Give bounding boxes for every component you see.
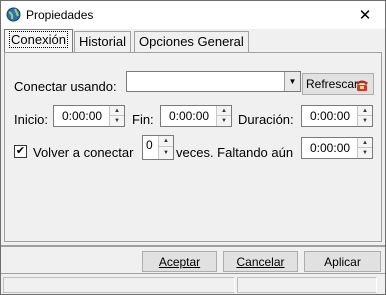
tab-historial-label: Historial xyxy=(79,34,126,49)
remaining-time-spinner[interactable]: 0:00:00 ▲ ▼ xyxy=(301,137,373,159)
end-down-arrow-icon[interactable]: ▼ xyxy=(217,116,231,126)
tab-conexion[interactable]: Conexión xyxy=(4,29,73,53)
status-cell-left xyxy=(3,277,235,293)
start-time-value: 0:00:00 xyxy=(62,109,103,123)
reconnect-checkbox[interactable]: ✔ xyxy=(14,145,27,158)
connect-using-label: Conectar usando: xyxy=(14,79,117,94)
tab-historial[interactable]: Historial xyxy=(74,31,131,52)
start-up-arrow-icon[interactable]: ▲ xyxy=(110,106,124,116)
times-remaining-label: veces. Faltando aún xyxy=(176,145,294,160)
duration-label: Duración: xyxy=(238,112,294,127)
duration-spinner[interactable]: 0:00:00 ▲ ▼ xyxy=(301,105,373,127)
cancel-button[interactable]: Cancelar xyxy=(223,251,298,272)
title-bar: Propiedades ✕ xyxy=(1,1,385,29)
close-button[interactable]: ✕ xyxy=(345,1,385,29)
tab-opciones-general-label: Opciones General xyxy=(139,34,244,49)
cancel-label: Cancelar xyxy=(236,254,285,269)
accept-button[interactable]: Aceptar xyxy=(142,251,217,272)
apply-button[interactable]: Aplicar xyxy=(304,251,381,272)
start-down-arrow-icon[interactable]: ▼ xyxy=(110,116,124,126)
connect-using-dropdown[interactable]: ▼ xyxy=(126,71,301,92)
retry-count-value: 0 xyxy=(146,138,153,152)
retry-count-spinner[interactable]: 0 ▲ ▼ xyxy=(142,135,174,160)
phone-icon xyxy=(356,80,368,91)
remaining-down-arrow-icon[interactable]: ▼ xyxy=(358,148,372,158)
reconnect-label: Volver a conectar xyxy=(33,145,134,160)
end-label: Fin: xyxy=(132,112,154,127)
refresh-label: Refrescar xyxy=(306,77,359,91)
check-mark-icon: ✔ xyxy=(15,145,26,157)
end-up-arrow-icon[interactable]: ▲ xyxy=(217,106,231,116)
refresh-button[interactable]: Refrescar xyxy=(302,73,374,95)
dropdown-arrow-icon[interactable]: ▼ xyxy=(284,72,300,91)
start-label: Inicio: xyxy=(14,112,48,127)
start-time-spinner[interactable]: 0:00:00 ▲ ▼ xyxy=(53,105,125,127)
end-time-spinner[interactable]: 0:00:00 ▲ ▼ xyxy=(160,105,232,127)
retry-up-arrow-icon[interactable]: ▲ xyxy=(159,136,173,147)
duration-down-arrow-icon[interactable]: ▼ xyxy=(358,116,372,126)
duration-value: 0:00:00 xyxy=(310,109,351,123)
remaining-up-arrow-icon[interactable]: ▲ xyxy=(358,138,372,148)
close-icon: ✕ xyxy=(358,7,372,24)
retry-down-arrow-icon[interactable]: ▼ xyxy=(159,147,173,158)
tab-conexion-label: Conexión xyxy=(9,31,68,48)
remaining-time-value: 0:00:00 xyxy=(310,141,351,155)
accept-label: Aceptar xyxy=(158,254,201,269)
duration-up-arrow-icon[interactable]: ▲ xyxy=(358,106,372,116)
end-time-value: 0:00:00 xyxy=(169,109,210,123)
status-cell-right xyxy=(237,277,377,293)
app-globe-icon xyxy=(6,7,21,22)
properties-dialog: Propiedades ✕ Conexión Historial Opcione… xyxy=(0,0,386,295)
apply-label: Aplicar xyxy=(324,254,361,269)
status-bar xyxy=(1,273,385,295)
tab-opciones-general[interactable]: Opciones General xyxy=(134,31,249,52)
window-title: Propiedades xyxy=(26,8,94,22)
separator xyxy=(1,245,385,247)
